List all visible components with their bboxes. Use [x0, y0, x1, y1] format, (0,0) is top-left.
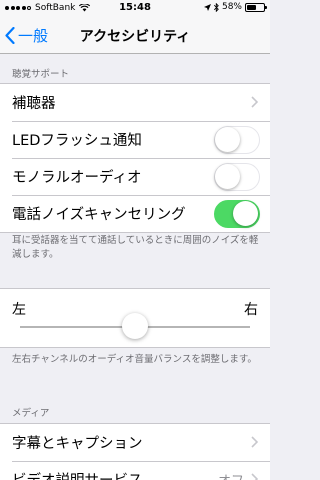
- location-arrow-icon: [203, 3, 211, 11]
- balance-right-label: 右: [244, 302, 258, 318]
- battery-icon: [245, 2, 267, 12]
- section-header-media: メディア: [12, 408, 50, 419]
- mono-audio-switch[interactable]: [214, 163, 260, 191]
- chevron-right-icon: [251, 473, 258, 480]
- balance-left-label: 左: [12, 302, 26, 318]
- switch-knob: [215, 164, 240, 189]
- navigation-bar: 一般 アクセシビリティ: [0, 16, 270, 54]
- page-title: アクセシビリティ: [79, 29, 191, 45]
- chevron-right-icon: [251, 96, 258, 108]
- hearing-group: 補聴器 LEDフラッシュ通知 モノラルオーディオ 電話ノイズキャンセリング: [0, 83, 270, 233]
- status-right: 58%: [203, 2, 267, 12]
- row-label: 字幕とキャプション: [12, 436, 143, 452]
- chevron-right-icon: [251, 436, 258, 448]
- row-label: 補聴器: [12, 96, 56, 112]
- section-header-hearing: 聴覚サポート: [12, 69, 70, 80]
- battery-percentage: 58%: [221, 2, 242, 12]
- balance-slider-thumb[interactable]: [122, 313, 148, 339]
- led-flash-alerts-row: LEDフラッシュ通知: [0, 121, 270, 158]
- switch-knob: [233, 201, 258, 226]
- battery-fill: [247, 4, 257, 10]
- row-label: モノラルオーディオ: [12, 170, 142, 186]
- bluetooth-icon: [213, 2, 219, 12]
- row-label: 電話ノイズキャンセリング: [12, 207, 186, 223]
- led-flash-alerts-switch[interactable]: [214, 126, 260, 154]
- hearing-aids-row[interactable]: 補聴器: [0, 84, 270, 121]
- row-label: ビデオ説明サービス: [12, 469, 143, 480]
- switch-knob: [215, 127, 240, 152]
- noise-cancellation-footer: 耳に受話器を当てて通話しているときに周囲のノイズを軽減します。: [12, 235, 259, 260]
- subtitles-captions-row[interactable]: 字幕とキャプション: [0, 424, 270, 461]
- row-label: LEDフラッシュ通知: [12, 133, 142, 149]
- audio-descriptions-row[interactable]: ビデオ説明サービス オフ: [0, 461, 270, 480]
- status-bar: SoftBank 15:48 58%: [0, 0, 270, 16]
- row-detail: オフ: [218, 470, 244, 480]
- media-group: 字幕とキャプション ビデオ説明サービス オフ: [0, 423, 270, 480]
- balance-footer: 左右チャンネルのオーディオ音量バランスを調整します。: [12, 354, 257, 365]
- balance-group: 左 右: [0, 288, 270, 348]
- phone-noise-cancellation-row: 電話ノイズキャンセリング: [0, 195, 270, 232]
- phone-noise-cancellation-switch[interactable]: [214, 200, 260, 228]
- mono-audio-row: モノラルオーディオ: [0, 158, 270, 195]
